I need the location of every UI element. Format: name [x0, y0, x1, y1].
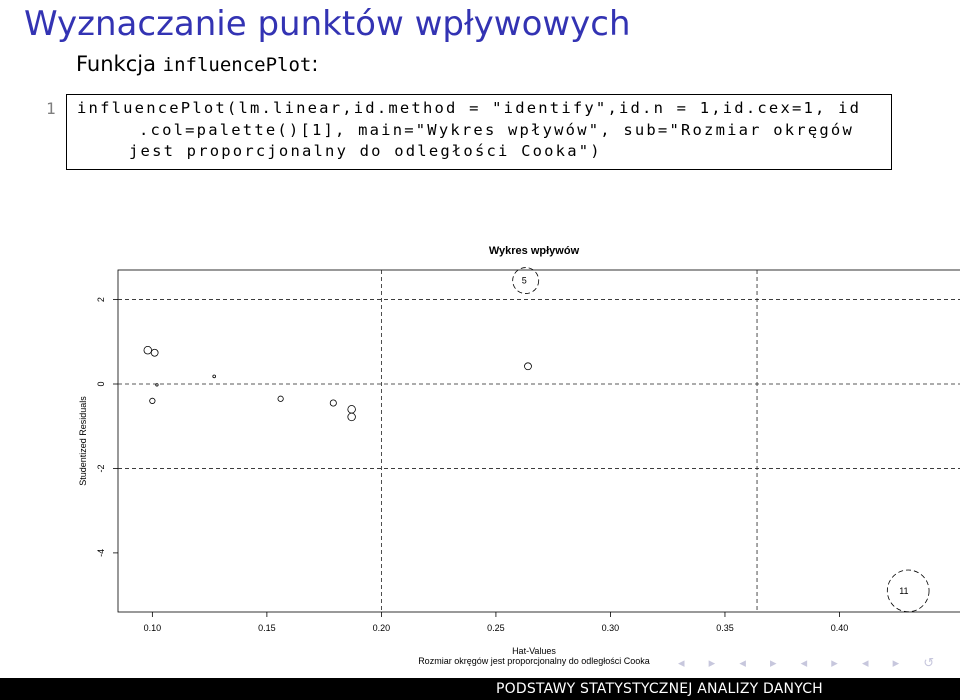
- y-tick-label: -4: [96, 549, 106, 557]
- x-tick-label: 0.30: [602, 623, 620, 633]
- x-axis-label: Hat-Values: [512, 646, 556, 656]
- footer-course-title: PODSTAWY STATYSTYCZNEJ ANALIZY DANYCH: [480, 678, 960, 700]
- x-tick-label: 0.40: [831, 623, 849, 633]
- code-line-3: jest proporcjonalny do odległości Cooka"…: [129, 142, 602, 160]
- point-label: 11: [899, 586, 908, 596]
- slide-title: Wyznaczanie punktów wpływowych: [24, 4, 631, 44]
- x-tick-label: 0.10: [144, 623, 162, 633]
- y-tick-label: 0: [96, 381, 106, 386]
- subtitle-prefix: Funkcja: [76, 52, 163, 76]
- x-tick-label: 0.20: [373, 623, 391, 633]
- code-line-number: 1: [46, 99, 56, 118]
- code-listing: influencePlot(lm.linear,id.method = "ide…: [66, 94, 892, 170]
- y-axis-label: Studentized Residuals: [78, 396, 88, 486]
- x-tick-label: 0.25: [487, 623, 505, 633]
- slide-subtitle: Funkcja influencePlot:: [76, 50, 318, 79]
- beamer-navigation-symbols[interactable]: ◂ ▸ ◂ ▸ ◂ ▸ ◂ ▸ ↺: [678, 656, 944, 671]
- influence-plot: Wykres wpływów 0.10 0.15 0.20 0.25 0.30 0.35 0.…: [74, 226, 960, 668]
- y-tick-label: -2: [96, 464, 106, 472]
- subtitle-suffix: :: [311, 52, 319, 76]
- footer-left: [0, 678, 480, 700]
- y-tick-label: 2: [96, 297, 106, 302]
- plot-background: [74, 226, 960, 668]
- chart-title: Wykres wpływów: [489, 245, 580, 257]
- x-tick-label: 0.35: [716, 623, 734, 633]
- influence-plot-image: Wykres wpływów 0.10 0.15 0.20 0.25 0.30 0.35 0.…: [74, 226, 960, 668]
- code-line-2: .col=palette()[1], main="Wykres wpływów"…: [139, 120, 854, 139]
- subtitle-code: influencePlot: [162, 54, 312, 76]
- code-line-1: influencePlot(lm.linear,id.method = "ide…: [77, 99, 862, 117]
- footer-bar: PODSTAWY STATYSTYCZNEJ ANALIZY DANYCH: [0, 678, 960, 700]
- x-tick-label: 0.15: [258, 623, 276, 633]
- chart-subtitle: Rozmiar okręgów jest proporcjonalny do o…: [418, 656, 650, 666]
- point-label: 5: [522, 276, 527, 286]
